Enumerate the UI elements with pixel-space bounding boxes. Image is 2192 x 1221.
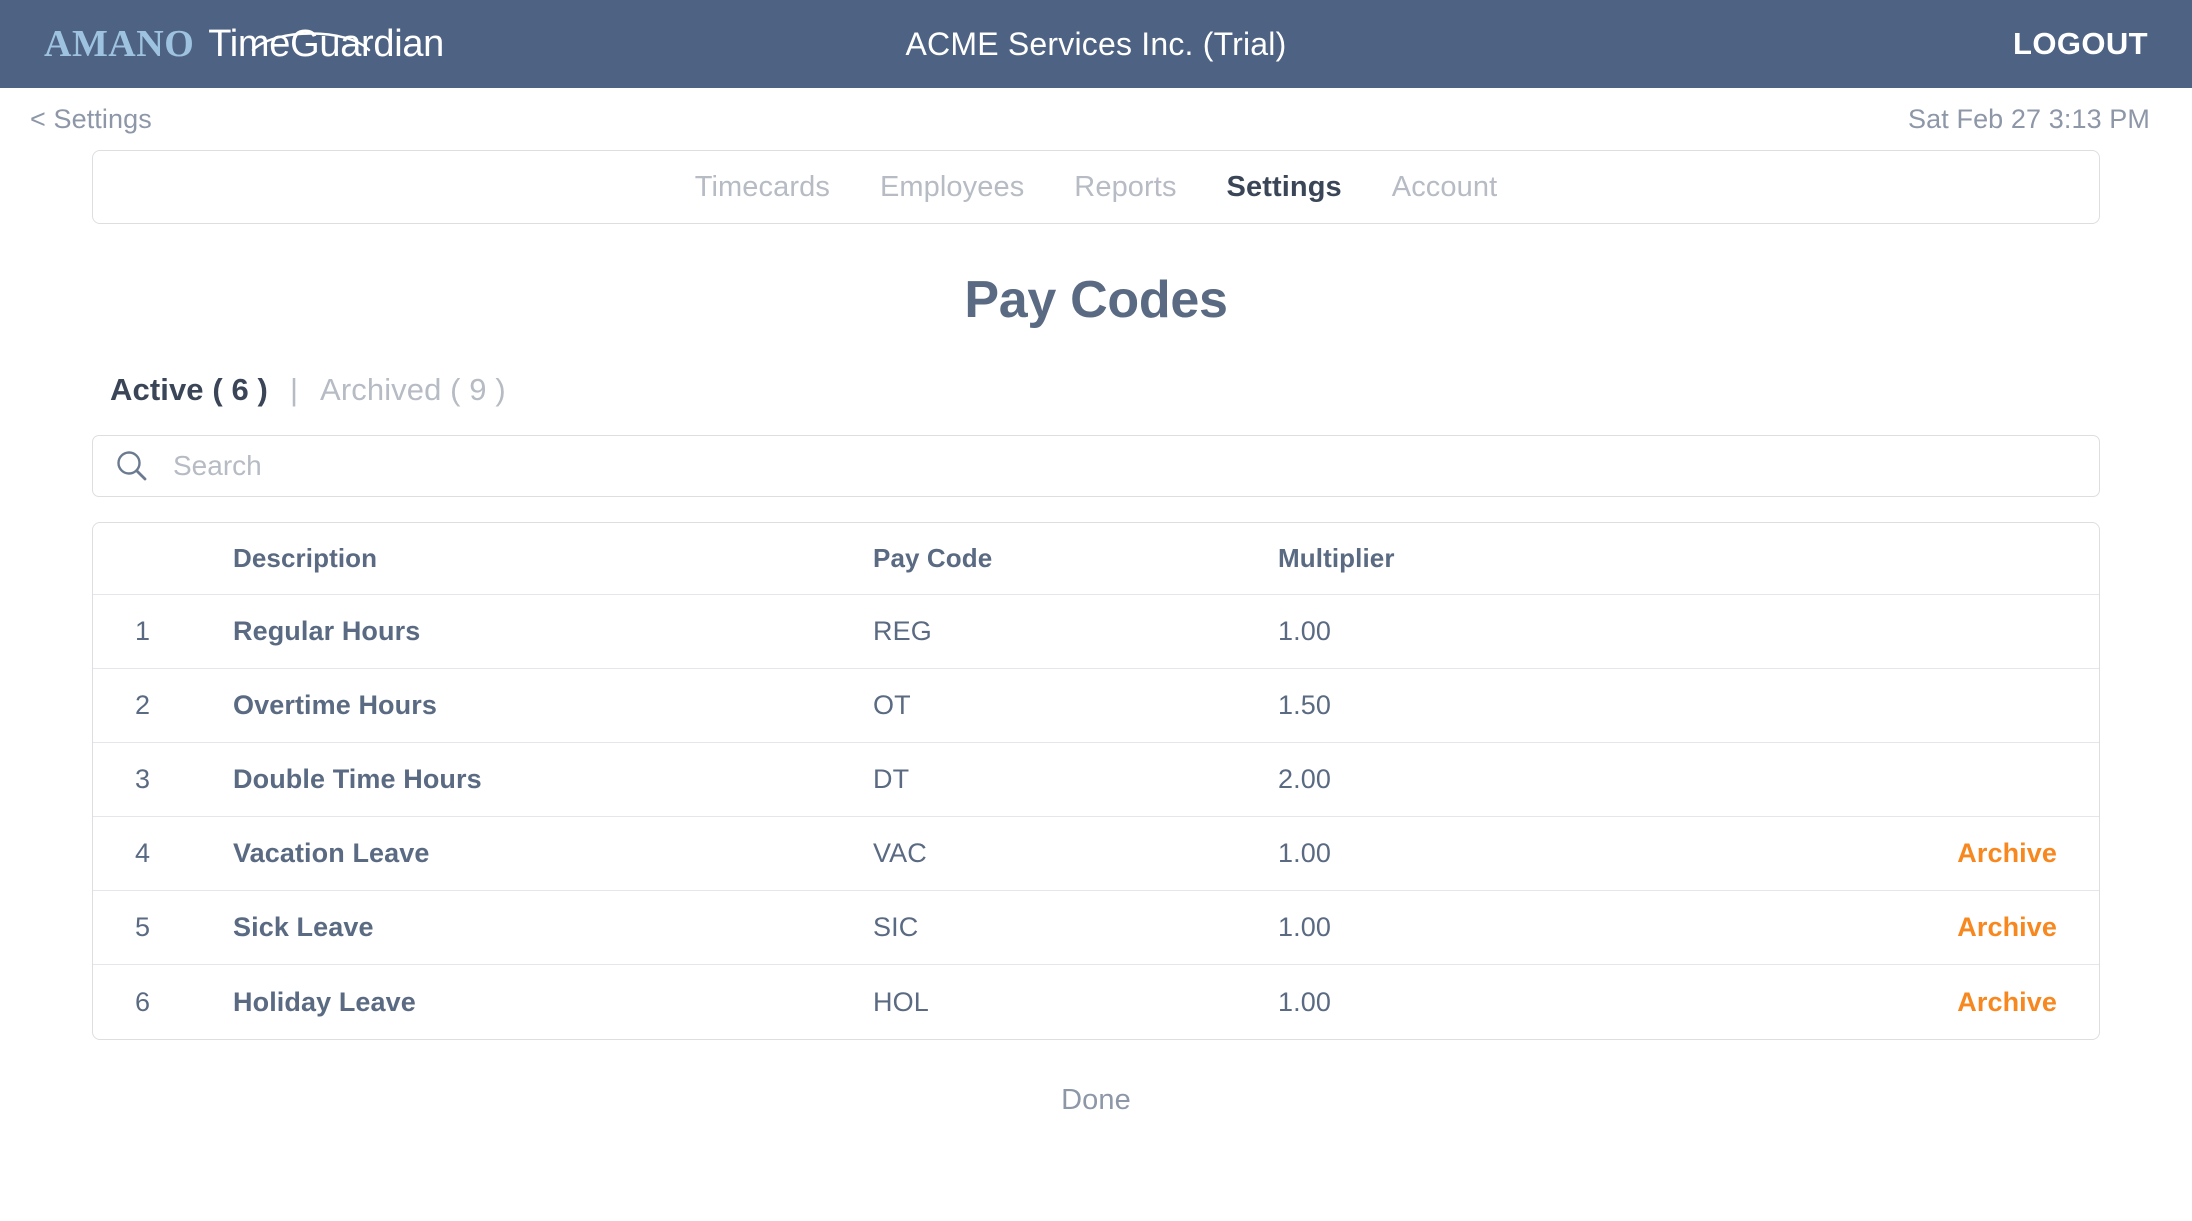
row-description: Double Time Hours <box>233 764 482 794</box>
tab-timecards[interactable]: Timecards <box>670 171 855 204</box>
table-row[interactable]: 5 Sick Leave SIC 1.00 Archive <box>93 891 2099 965</box>
row-multiplier: 1.00 <box>1278 838 1331 868</box>
tab-account[interactable]: Account <box>1367 171 1523 204</box>
row-description: Overtime Hours <box>233 690 437 720</box>
tab-employees[interactable]: Employees <box>855 171 1049 204</box>
sub-header: < Settings Sat Feb 27 3:13 PM <box>0 88 2192 150</box>
row-pay-code: OT <box>873 690 911 720</box>
footer-actions: Done <box>92 1084 2100 1117</box>
column-header-pay-code: Pay Code <box>873 543 993 573</box>
filter-tab-active[interactable]: Active ( 6 ) <box>110 372 268 408</box>
table-row[interactable]: 2 Overtime Hours OT 1.50 <box>93 669 2099 743</box>
row-description: Holiday Leave <box>233 986 416 1017</box>
table-row[interactable]: 3 Double Time Hours DT 2.00 <box>93 743 2099 817</box>
row-pay-code: HOL <box>873 986 929 1017</box>
search-icon <box>117 451 147 481</box>
archive-link[interactable]: Archive <box>1957 987 2057 1017</box>
row-description: Regular Hours <box>233 616 421 646</box>
row-multiplier: 2.00 <box>1278 764 1331 794</box>
row-index: 1 <box>135 616 151 646</box>
tab-settings[interactable]: Settings <box>1202 171 1367 204</box>
page-title: Pay Codes <box>964 271 1228 329</box>
company-title: ACME Services Inc. (Trial) <box>905 25 1287 62</box>
row-index: 6 <box>135 986 151 1017</box>
status-filter-tabs: Active ( 6 ) | Archived ( 9 ) <box>0 372 2192 408</box>
clock-display: Sat Feb 27 3:13 PM <box>1908 103 2150 134</box>
row-pay-code: REG <box>873 616 932 646</box>
row-pay-code: VAC <box>873 838 927 868</box>
row-pay-code: DT <box>873 764 910 794</box>
row-index: 4 <box>135 838 151 868</box>
row-index: 3 <box>135 764 151 794</box>
table-row[interactable]: 6 Holiday Leave HOL 1.00 Archive <box>93 965 2099 1039</box>
row-index: 5 <box>135 912 151 942</box>
table-header-row: Description Pay Code Multiplier <box>93 523 2099 595</box>
filter-tab-archived[interactable]: Archived ( 9 ) <box>320 372 506 408</box>
search-bar[interactable] <box>92 435 2100 497</box>
tab-reports[interactable]: Reports <box>1049 171 1201 204</box>
pay-codes-table: Description Pay Code Multiplier 1 Regula… <box>92 522 2100 1040</box>
filter-separator: | <box>289 372 299 407</box>
row-multiplier: 1.00 <box>1278 616 1331 646</box>
row-description: Sick Leave <box>233 912 374 942</box>
breadcrumb-back-settings[interactable]: < Settings <box>30 104 152 135</box>
row-multiplier: 1.00 <box>1278 912 1331 942</box>
column-header-description: Description <box>233 543 378 573</box>
search-input[interactable] <box>173 450 2077 482</box>
row-multiplier: 1.50 <box>1278 690 1331 720</box>
app-header: AMANO TimeGuardian ACME Services Inc. (T… <box>0 0 2192 88</box>
table-row[interactable]: 4 Vacation Leave VAC 1.00 Archive <box>93 817 2099 891</box>
row-description: Vacation Leave <box>233 838 430 868</box>
main-content: Description Pay Code Multiplier 1 Regula… <box>0 435 2192 1117</box>
table-row[interactable]: 1 Regular Hours REG 1.00 <box>93 595 2099 669</box>
done-button[interactable]: Done <box>1061 1084 1131 1117</box>
row-pay-code: SIC <box>873 912 919 942</box>
column-header-multiplier: Multiplier <box>1278 543 1395 573</box>
logout-button[interactable]: LOGOUT <box>2013 26 2148 62</box>
row-multiplier: 1.00 <box>1278 986 1331 1017</box>
nav-bar-wrapper: Timecards Employees Reports Settings Acc… <box>0 150 2192 224</box>
row-index: 2 <box>135 690 151 720</box>
main-nav: Timecards Employees Reports Settings Acc… <box>92 150 2100 224</box>
archive-link[interactable]: Archive <box>1957 912 2057 942</box>
archive-link[interactable]: Archive <box>1957 838 2057 868</box>
